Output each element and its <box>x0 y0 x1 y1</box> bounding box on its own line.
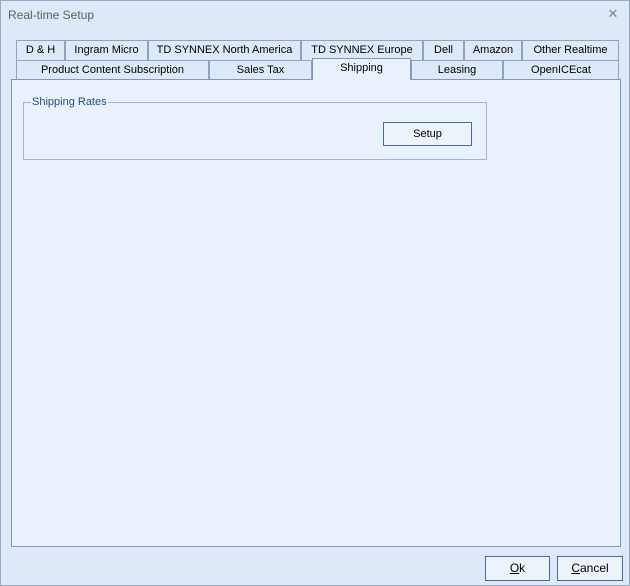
tab-shipping[interactable]: Shipping <box>312 58 411 80</box>
realtime-setup-dialog: Real-time Setup ✕ D & H Ingram Micro TD … <box>0 0 630 586</box>
tab-product-content-subscription[interactable]: Product Content Subscription <box>16 60 209 79</box>
tab-leasing[interactable]: Leasing <box>411 60 503 79</box>
cancel-mnemonic: C <box>571 561 580 575</box>
tab-dell[interactable]: Dell <box>423 40 464 60</box>
shipping-tab-panel: Shipping Rates Setup <box>11 79 621 547</box>
tab-ingram-micro[interactable]: Ingram Micro <box>65 40 148 60</box>
tab-other-realtime[interactable]: Other Realtime <box>522 40 619 60</box>
tab-amazon[interactable]: Amazon <box>464 40 522 60</box>
shipping-rates-label: Shipping Rates <box>31 96 108 109</box>
tab-td-synnex-europe[interactable]: TD SYNNEX Europe <box>301 40 423 60</box>
ok-button[interactable]: Ok <box>485 556 550 581</box>
tab-openicecat[interactable]: OpenICEcat <box>503 60 619 79</box>
tab-d-and-h[interactable]: D & H <box>16 40 65 60</box>
cancel-label-rest: ancel <box>579 561 609 575</box>
setup-button[interactable]: Setup <box>383 122 472 146</box>
window-title: Real-time Setup <box>8 8 95 22</box>
cancel-button[interactable]: Cancel <box>557 556 623 581</box>
shipping-rates-group: Shipping Rates Setup <box>23 96 487 160</box>
ok-mnemonic: O <box>509 561 520 575</box>
ok-label-rest: k <box>519 561 526 575</box>
tab-sales-tax[interactable]: Sales Tax <box>209 60 312 79</box>
close-icon[interactable]: ✕ <box>606 6 620 22</box>
tab-td-synnex-north-america[interactable]: TD SYNNEX North America <box>148 40 301 60</box>
title-bar[interactable]: Real-time Setup ✕ <box>1 1 629 29</box>
